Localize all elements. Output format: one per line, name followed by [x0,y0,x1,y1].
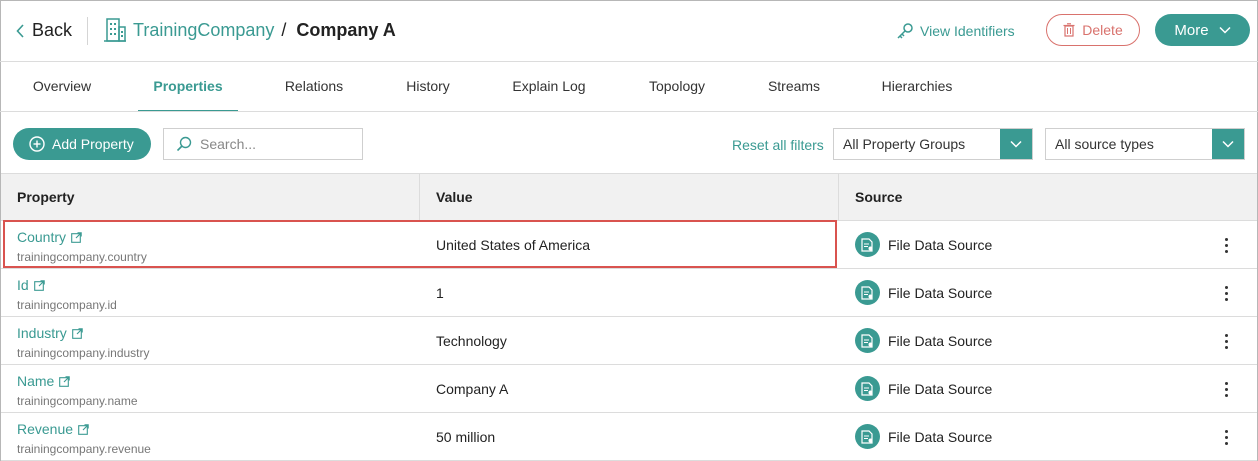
trash-icon [1063,23,1075,37]
tabs-divider-line [0,111,1258,112]
column-header-source[interactable]: Source [839,174,1257,221]
external-link-icon [78,423,89,435]
property-key: trainingcompany.revenue [17,442,151,456]
source-types-dropdown-button[interactable] [1212,129,1244,159]
search-icon [176,136,192,152]
external-link-icon [33,279,45,291]
property-key: trainingcompany.id [17,298,117,312]
plus-circle-icon [29,136,45,152]
property-name: Name [17,373,55,389]
property-source: File Data Source [855,232,992,257]
add-property-label: Add Property [52,136,134,152]
file-data-source-icon [855,280,880,305]
property-value: 1 [436,285,444,301]
row-menu-kebab-icon[interactable] [1217,281,1235,305]
external-link-icon [71,327,83,339]
tab-history[interactable]: History [392,62,464,112]
source-label: File Data Source [888,284,993,301]
property-value: 50 million [436,429,496,445]
property-source: File Data Source [855,328,992,353]
view-identifiers-link[interactable]: View Identifiers [896,22,1015,40]
file-data-source-icon [855,328,880,353]
property-key: trainingcompany.country [17,250,147,264]
header-divider [87,17,88,45]
property-name: Industry [17,325,67,341]
entity-header: Back TrainingCompany / Company A View Id… [0,0,1258,62]
table-row[interactable]: Id trainingcompany.id 1 File Data Source [1,269,1257,317]
chevron-down-icon [1222,140,1234,148]
table-row[interactable]: Revenue trainingcompany.revenue 50 milli… [1,413,1257,461]
property-name-link[interactable]: Name [17,373,71,389]
property-value: Technology [436,333,507,349]
tab-streams[interactable]: Streams [756,62,832,112]
property-groups-select[interactable]: All Property Groups [833,128,1033,160]
search-input[interactable] [200,136,350,152]
delete-button[interactable]: Delete [1046,14,1140,46]
row-menu-kebab-icon[interactable] [1217,377,1235,401]
property-name-link[interactable]: Industry [17,325,83,341]
property-source: File Data Source [855,376,992,401]
source-label: File Data Source [888,332,993,349]
add-property-button[interactable]: Add Property [13,128,151,160]
back-label: Back [32,20,73,40]
property-source: File Data Source [855,280,992,305]
breadcrumb-separator: / [281,19,287,40]
property-name-link[interactable]: Id [17,277,45,293]
table-row[interactable]: Country trainingcompany.country United S… [1,221,1257,269]
reset-filters-link[interactable]: Reset all filters [732,137,824,153]
property-name: Country [17,229,67,245]
source-types-value: All source types [1055,136,1154,152]
property-value: United States of America [436,237,591,253]
key-icon [897,23,913,39]
tab-explain-log[interactable]: Explain Log [500,62,598,112]
tab-relations[interactable]: Relations [272,62,356,112]
chevron-left-icon [16,23,24,38]
source-label: File Data Source [888,380,993,397]
building-icon [104,18,126,42]
column-header-value[interactable]: Value [420,174,838,221]
tab-properties[interactable]: Properties [138,62,238,112]
property-value: Company A [436,381,509,397]
property-groups-value: All Property Groups [843,136,966,152]
property-name: Id [17,277,29,293]
chevron-down-icon [1219,26,1231,34]
breadcrumb: TrainingCompany / Company A [103,17,396,43]
table-header: Property Value Source [1,173,1257,221]
property-groups-dropdown-button[interactable] [1000,129,1032,159]
external-link-icon [59,375,71,387]
more-label: More [1174,21,1209,39]
chevron-down-icon [1010,140,1022,148]
file-data-source-icon [855,424,880,449]
external-link-icon [71,231,82,243]
property-key: trainingcompany.industry [17,346,150,360]
source-label: File Data Source [888,428,993,445]
source-label: File Data Source [888,236,993,253]
delete-label: Delete [1082,22,1123,38]
column-header-property[interactable]: Property [1,174,419,221]
page-title: Company A [296,19,396,40]
property-source: File Data Source [855,424,992,449]
tab-bar: Overview Properties Relations History Ex… [0,62,1258,112]
table-row[interactable]: Name trainingcompany.name Company A File… [1,365,1257,413]
row-menu-kebab-icon[interactable] [1217,329,1235,353]
back-button[interactable]: Back [16,20,72,41]
tab-overview[interactable]: Overview [18,62,106,112]
breadcrumb-parent-link[interactable]: TrainingCompany [133,20,274,41]
table-row[interactable]: Industry trainingcompany.industry Techno… [1,317,1257,365]
tab-hierarchies[interactable]: Hierarchies [868,62,966,112]
property-key: trainingcompany.name [17,394,138,408]
tab-topology[interactable]: Topology [634,62,720,112]
view-identifiers-label: View Identifiers [920,23,1015,39]
source-types-select[interactable]: All source types [1045,128,1245,160]
property-name-link[interactable]: Revenue [17,421,89,437]
search-box [163,128,363,160]
more-button[interactable]: More [1155,14,1250,46]
property-name-link[interactable]: Country [17,229,82,245]
property-name: Revenue [17,421,74,437]
row-menu-kebab-icon[interactable] [1217,233,1235,257]
file-data-source-icon [855,232,880,257]
file-data-source-icon [855,376,880,401]
row-menu-kebab-icon[interactable] [1217,425,1235,449]
